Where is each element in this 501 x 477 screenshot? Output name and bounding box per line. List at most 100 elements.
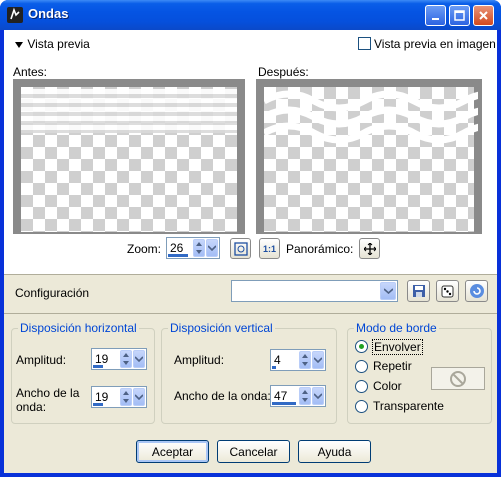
h-amplitude-label: Amplitud:: [16, 353, 67, 367]
dialog-window: Ondas Vista previa Vista previa en image…: [0, 0, 501, 477]
h-amplitude-value: 19: [95, 352, 109, 366]
v-wavelength-stepper[interactable]: [299, 387, 311, 405]
h-amplitude-stepper[interactable]: [120, 350, 132, 368]
pan-label: Panorámico:: [286, 242, 354, 256]
edge-wrap-radio[interactable]: [355, 340, 368, 353]
reset-icon: [469, 284, 484, 298]
zoom-value: 26: [170, 241, 184, 255]
edge-repeat-label: Repetir: [373, 359, 412, 373]
v-amplitude-stepper[interactable]: [299, 351, 311, 369]
dice-icon: [441, 285, 454, 297]
chevron-down-icon: [135, 394, 143, 400]
config-dropdown-button[interactable]: [380, 282, 396, 300]
save-preset-button[interactable]: [407, 280, 430, 302]
horizontal-group-title: Disposición horizontal: [18, 321, 139, 335]
zoom-level-bar: [168, 254, 188, 257]
v-wavelength-value: 47: [274, 389, 288, 403]
vertical-group-title: Disposición vertical: [168, 321, 275, 335]
preview-toggle-label: Vista previa: [27, 37, 90, 51]
after-label: Después:: [258, 65, 309, 79]
h-amplitude-dropdown[interactable]: [133, 350, 145, 368]
close-button[interactable]: [473, 5, 494, 26]
after-preview[interactable]: [256, 79, 482, 234]
actual-size-label: 1:1: [262, 243, 276, 254]
minimize-icon: [431, 17, 439, 20]
chevron-down-icon: [383, 288, 393, 294]
before-stripes: [21, 89, 237, 133]
stepper-icon: [302, 354, 308, 366]
stepper-icon: [123, 353, 129, 365]
h-amplitude-level-bar: [93, 365, 103, 368]
edge-mode-group: Modo de borde Envolver Repetir Color Tra…: [347, 321, 492, 424]
v-wavelength-spinner[interactable]: 47: [270, 385, 326, 407]
h-amplitude-spinner[interactable]: 19: [91, 348, 147, 370]
v-amplitude-spinner[interactable]: 4: [270, 349, 326, 371]
v-amplitude-level-bar: [272, 366, 276, 369]
help-button[interactable]: Ayuda: [298, 440, 371, 463]
random-button[interactable]: [436, 280, 459, 302]
zoom-label: Zoom:: [127, 242, 162, 256]
fit-view-icon: [233, 241, 248, 256]
divider: [4, 274, 497, 275]
ok-button[interactable]: Aceptar: [136, 440, 209, 463]
wave-overlay: [264, 90, 478, 144]
h-wavelength-label: Ancho de la onda:: [16, 386, 80, 414]
edge-color-label: Color: [373, 379, 402, 393]
edge-mode-title: Modo de borde: [354, 321, 439, 335]
maximize-icon: [454, 10, 465, 21]
h-wavelength-value: 19: [95, 390, 109, 404]
move-icon: [363, 242, 376, 255]
h-wavelength-dropdown[interactable]: [133, 388, 145, 406]
divider-2: [4, 313, 497, 314]
reset-button[interactable]: [465, 280, 488, 302]
v-amplitude-dropdown[interactable]: [312, 351, 324, 369]
help-button-label: Ayuda: [317, 444, 352, 459]
config-label: Configuración: [15, 286, 90, 300]
stepper-icon: [123, 391, 129, 403]
v-wavelength-label: Ancho de la onda:: [174, 389, 271, 403]
zoom-actual-size-button[interactable]: 1:1: [259, 238, 280, 259]
window-title: Ondas: [28, 6, 69, 21]
floppy-disk-icon: [412, 285, 425, 297]
zoom-fit-button[interactable]: [230, 238, 251, 259]
edge-transparent-label: Transparente: [373, 399, 444, 413]
v-wavelength-level-bar: [272, 402, 296, 405]
cancel-button[interactable]: Cancelar: [217, 440, 290, 463]
edge-transparent-radio[interactable]: [355, 400, 368, 413]
h-wavelength-level-bar: [93, 403, 103, 406]
v-amplitude-label: Amplitud:: [174, 353, 225, 367]
zoom-dropdown[interactable]: [206, 239, 218, 257]
pan-button[interactable]: [359, 238, 380, 259]
preview-in-image-label: Vista previa en imagen: [374, 37, 496, 51]
edge-color-swatch[interactable]: [431, 367, 485, 390]
config-combo[interactable]: [231, 280, 398, 302]
zoom-stepper[interactable]: [193, 239, 205, 257]
h-wavelength-spinner[interactable]: 19: [91, 386, 147, 408]
maximize-button[interactable]: [449, 5, 470, 26]
close-icon: [479, 11, 488, 20]
edge-color-radio[interactable]: [355, 380, 368, 393]
stepper-icon: [196, 242, 202, 254]
h-wavelength-stepper[interactable]: [120, 388, 132, 406]
v-wavelength-dropdown[interactable]: [312, 387, 324, 405]
preview-toggle[interactable]: Vista previa: [14, 37, 90, 51]
v-amplitude-value: 4: [274, 353, 281, 367]
dialog-client: Vista previa Vista previa en imagen Ante…: [4, 30, 497, 473]
zoom-spinner[interactable]: 26: [166, 237, 220, 259]
horizontal-group: Disposición horizontal Amplitud: 19 Anch…: [11, 321, 155, 424]
no-color-icon: [450, 370, 466, 387]
edge-repeat-radio[interactable]: [355, 360, 368, 373]
chevron-down-icon: [314, 393, 322, 399]
chevron-down-icon: [135, 356, 143, 362]
preview-in-image-checkbox[interactable]: [358, 37, 371, 50]
app-icon: [7, 7, 23, 23]
ok-button-label: Aceptar: [151, 444, 194, 459]
triangle-down-icon: [15, 41, 23, 48]
before-preview[interactable]: [13, 79, 245, 234]
chevron-down-icon: [314, 357, 322, 363]
minimize-button[interactable]: [425, 5, 446, 26]
before-label: Antes:: [13, 65, 48, 79]
vertical-group: Disposición vertical Amplitud: 4 Ancho d…: [161, 321, 337, 424]
stepper-icon: [302, 390, 308, 402]
title-bar[interactable]: Ondas: [0, 0, 501, 30]
